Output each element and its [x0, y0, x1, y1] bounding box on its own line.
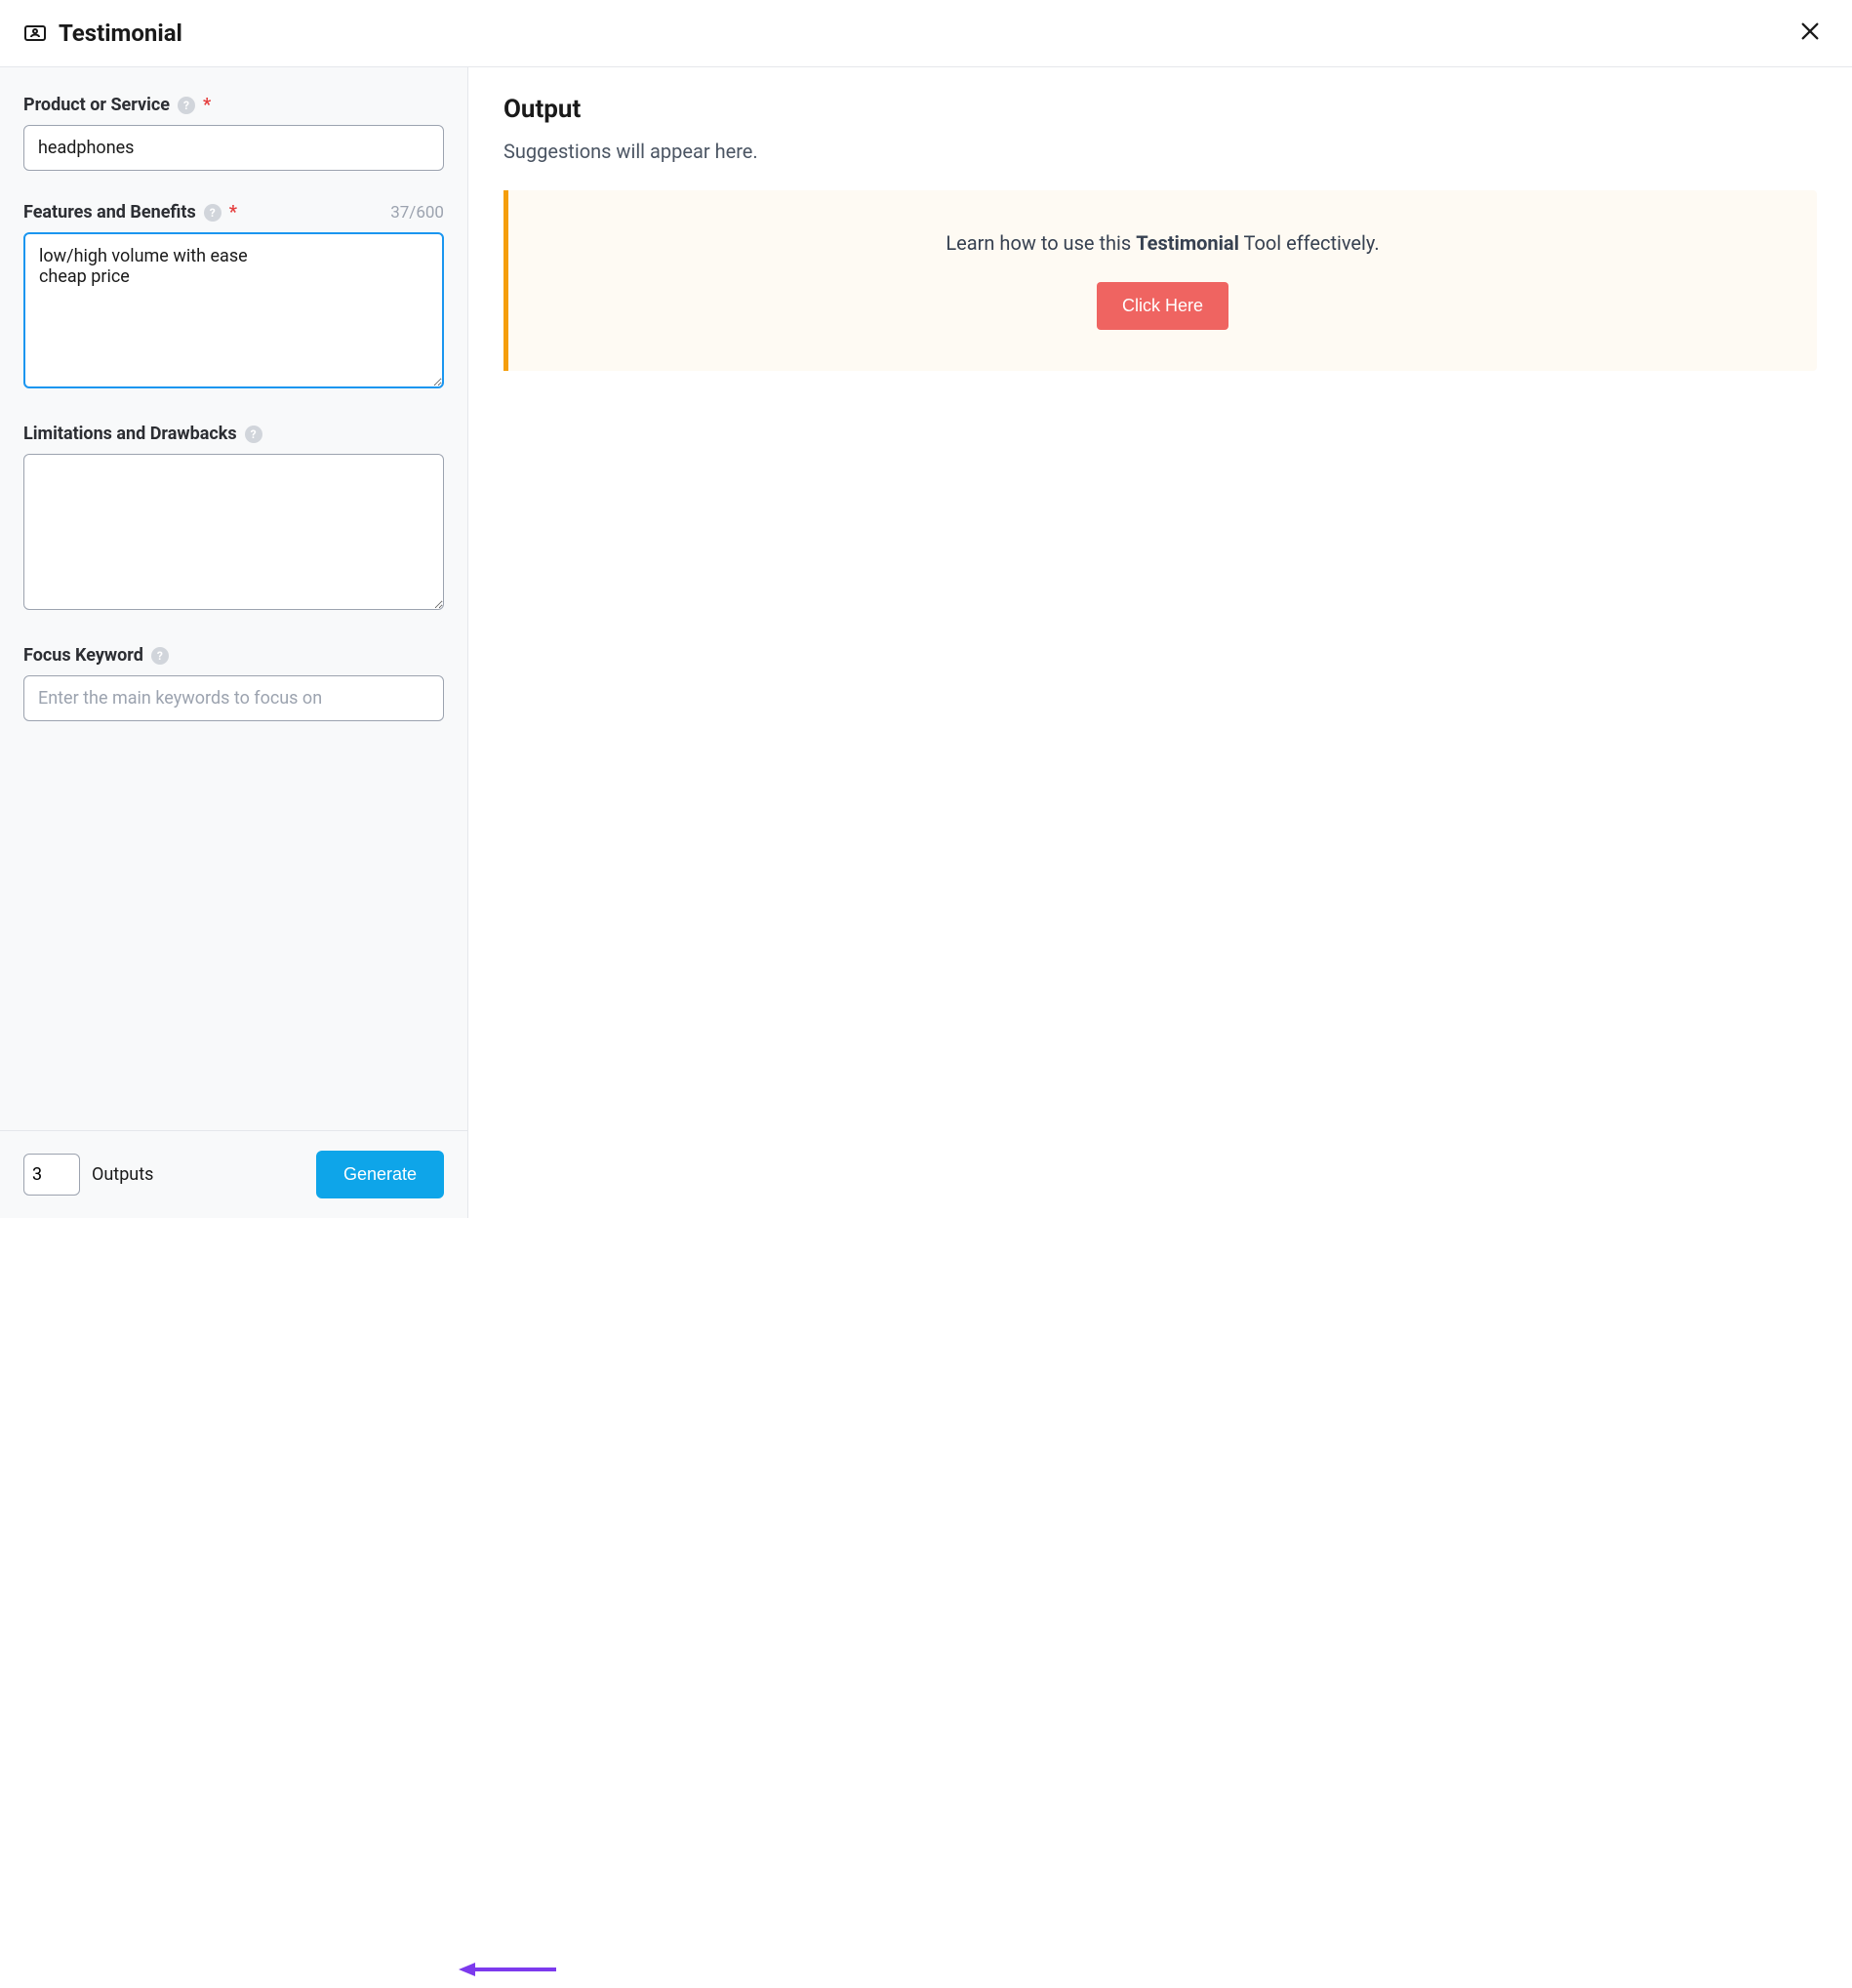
help-icon[interactable]: ? [178, 97, 195, 114]
product-label-text: Product or Service [23, 95, 170, 115]
generate-button[interactable]: Generate [316, 1151, 444, 1198]
features-field-group: Features and Benefits ? * 37/600 [23, 202, 444, 392]
product-input[interactable] [23, 125, 444, 171]
callout-prefix: Learn how to use this [946, 231, 1136, 255]
required-marker: * [203, 95, 211, 115]
focus-label-row: Focus Keyword ? [23, 645, 444, 666]
testimonial-icon [23, 21, 47, 45]
page-title: Testimonial [59, 20, 182, 47]
callout-suffix: Tool effectively. [1239, 231, 1380, 255]
outputs-group: Outputs [23, 1154, 153, 1196]
header: Testimonial [0, 0, 1852, 67]
click-here-button[interactable]: Click Here [1097, 282, 1228, 330]
product-field-group: Product or Service ? * [23, 95, 444, 171]
limitations-label-row: Limitations and Drawbacks ? [23, 424, 444, 444]
focus-input[interactable] [23, 675, 444, 721]
limitations-field-group: Limitations and Drawbacks ? [23, 424, 444, 614]
features-label-text: Features and Benefits [23, 202, 196, 223]
features-textarea[interactable] [23, 232, 444, 388]
help-icon[interactable]: ? [204, 204, 221, 222]
required-marker: * [229, 202, 237, 223]
limitations-textarea[interactable] [23, 454, 444, 610]
outputs-label: Outputs [92, 1164, 153, 1185]
close-icon [1799, 18, 1821, 48]
limitations-label-text: Limitations and Drawbacks [23, 424, 237, 444]
help-icon[interactable]: ? [245, 426, 262, 443]
outputs-count-input[interactable] [23, 1154, 80, 1196]
product-label-row: Product or Service ? * [23, 95, 444, 115]
focus-field-group: Focus Keyword ? [23, 645, 444, 721]
focus-label-text: Focus Keyword [23, 645, 143, 666]
callout-bold: Testimonial [1136, 231, 1239, 255]
focus-label: Focus Keyword ? [23, 645, 169, 666]
header-left: Testimonial [23, 20, 182, 47]
close-button[interactable] [1792, 16, 1829, 51]
callout-text: Learn how to use this Testimonial Tool e… [538, 231, 1788, 255]
form-area: Product or Service ? * Features and Bene… [0, 67, 467, 1130]
limitations-label: Limitations and Drawbacks ? [23, 424, 262, 444]
output-title: Output [503, 95, 1817, 124]
help-icon[interactable]: ? [151, 647, 169, 665]
features-label: Features and Benefits ? * [23, 202, 237, 223]
output-subtitle: Suggestions will appear here. [503, 140, 1817, 163]
product-label: Product or Service ? * [23, 95, 211, 115]
footer-bar: Outputs Generate [0, 1130, 467, 1218]
callout-box: Learn how to use this Testimonial Tool e… [503, 190, 1817, 371]
features-counter: 37/600 [390, 203, 444, 223]
features-label-row: Features and Benefits ? * 37/600 [23, 202, 444, 223]
arrow-annotation-icon [454, 1955, 561, 1988]
content: Product or Service ? * Features and Bene… [0, 67, 1852, 1218]
sidebar: Product or Service ? * Features and Bene… [0, 67, 468, 1218]
main-panel: Output Suggestions will appear here. Lea… [468, 67, 1852, 1218]
